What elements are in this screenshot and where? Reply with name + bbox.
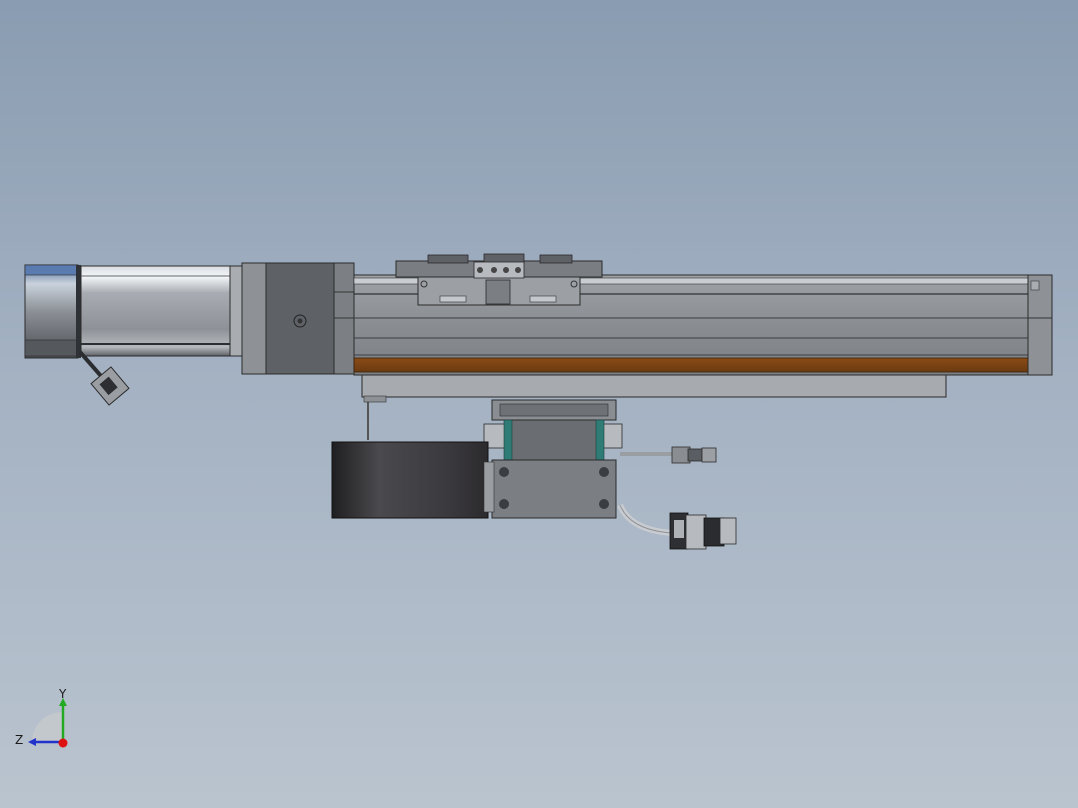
view-triad[interactable]: Y Z	[12, 686, 82, 756]
motor-end-cap	[24, 264, 81, 359]
graphics-viewport[interactable]: Y Z	[0, 0, 1078, 808]
triad-z-arrow-icon	[28, 738, 36, 746]
motor-body	[80, 265, 243, 357]
lower-motor-housing	[331, 441, 495, 519]
triad-z-label: Z	[15, 733, 23, 747]
lower-bracket	[483, 399, 623, 519]
triad-y-label: Y	[58, 687, 67, 701]
triad-x-axis-dot	[58, 738, 68, 748]
encoder-cable	[78, 350, 130, 406]
signal-connector	[620, 446, 717, 464]
triad-plane-icon	[32, 712, 62, 742]
motor-flange	[241, 262, 355, 375]
power-connector	[617, 503, 737, 550]
linear-actuator-model[interactable]	[0, 0, 1078, 808]
carriage	[395, 253, 603, 306]
